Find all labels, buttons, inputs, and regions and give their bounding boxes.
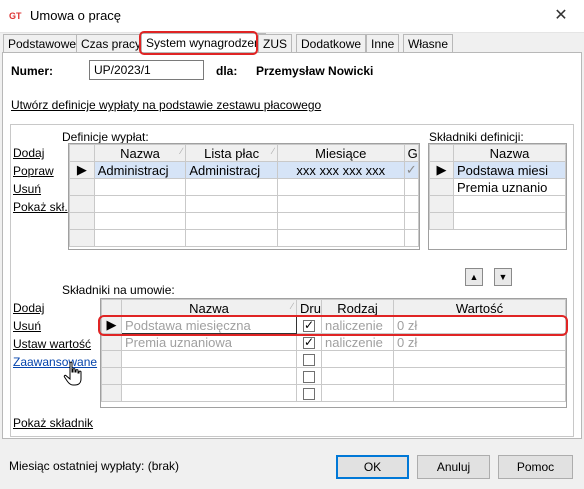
svg-text:GT: GT xyxy=(9,11,22,21)
tab-wlasne[interactable]: Własne xyxy=(403,34,454,53)
table-row[interactable]: Premia uznanio xyxy=(429,178,566,196)
cancel-button[interactable]: Anuluj xyxy=(417,455,490,479)
cell-rodzaj[interactable]: naliczenie xyxy=(321,333,394,351)
move-down-button[interactable]: ▼ xyxy=(494,268,512,286)
component-add-link[interactable]: Dodaj xyxy=(13,301,44,315)
tab-czas-pracy[interactable]: Czas pracy xyxy=(76,34,147,53)
row-pointer-icon: ▶ xyxy=(101,316,122,334)
column-header-wartosc[interactable]: Wartość xyxy=(393,299,566,317)
empty-row xyxy=(69,212,419,230)
empty-row xyxy=(101,384,566,402)
print-checkbox[interactable] xyxy=(303,354,315,367)
tab-dodatkowe[interactable]: Dodatkowe xyxy=(296,34,367,53)
set-value-link[interactable]: Ustaw wartość xyxy=(13,337,91,351)
column-header-rodzaj[interactable]: Rodzaj xyxy=(321,299,394,317)
contract-components-grid[interactable]: Nazwa ∕ Dru Rodzaj Wartość ▶ Podstawa mie… xyxy=(100,298,567,408)
definitions-title: Definicje wypłat: xyxy=(62,130,149,144)
print-checkbox[interactable] xyxy=(303,388,315,401)
column-header-nazwa[interactable]: Nazwa ∕ xyxy=(121,299,297,317)
last-payment-status: Miesiąc ostatniej wypłaty: (brak) xyxy=(9,459,180,473)
cell-nazwa[interactable]: Premia uznanio xyxy=(453,178,566,196)
definitions-grid[interactable]: Nazwa ∕ Lista płac ∕ Miesiące G ▶ Administ… xyxy=(68,143,420,250)
app-logo-icon: GT xyxy=(9,11,24,21)
number-label: Numer: xyxy=(11,64,54,78)
column-header-nazwa[interactable]: Nazwa ∕ xyxy=(93,144,187,162)
table-row[interactable]: ▶ Administracj Administracj xxx xxx xxx … xyxy=(69,161,419,179)
empty-row xyxy=(429,212,566,230)
definition-add-link[interactable]: Dodaj xyxy=(13,146,44,160)
table-row[interactable]: Premia uznaniowa naliczenie 0 zł xyxy=(101,333,566,351)
print-checkbox[interactable] xyxy=(303,318,315,333)
number-field[interactable]: UP/2023/1 xyxy=(89,60,204,80)
cell-nazwa[interactable]: Administracj xyxy=(93,161,187,179)
print-checkbox[interactable] xyxy=(303,371,315,384)
empty-row xyxy=(69,195,419,213)
contract-components-title: Składniki na umowie: xyxy=(62,283,175,297)
cell-dru[interactable] xyxy=(296,333,322,351)
empty-row xyxy=(101,367,566,385)
cell-lista[interactable]: Administracj xyxy=(185,161,278,179)
components-def-title: Składniki definicji: xyxy=(429,130,524,144)
header-corner xyxy=(101,299,122,317)
title-bar: GT Umowa o pracę ✕ xyxy=(0,0,584,32)
empty-row xyxy=(429,195,566,213)
empty-row xyxy=(69,178,419,196)
cell-nazwa[interactable]: Podstawa miesi xyxy=(453,161,566,179)
cell-nazwa[interactable]: Premia uznaniowa xyxy=(121,333,297,351)
create-from-set-link[interactable]: Utwórz definicje wypłaty na podstawie ze… xyxy=(11,98,321,112)
cell-wartosc[interactable]: 0 zł xyxy=(393,333,566,351)
definition-show-components-link[interactable]: Pokaż skł. xyxy=(13,200,68,214)
definition-edit-link[interactable]: Popraw xyxy=(13,164,54,178)
table-row[interactable]: ▶ Podstawa miesi xyxy=(429,161,566,179)
table-row[interactable]: ▶ Podstawa miesięczna naliczenie 0 zł xyxy=(101,316,566,334)
column-header-nazwa[interactable]: Nazwa xyxy=(453,144,566,162)
print-checkbox[interactable] xyxy=(303,335,315,350)
employee-name: Przemysław Nowicki xyxy=(256,64,374,78)
tab-system-wynagrodzen[interactable]: System wynagrodzeń xyxy=(141,33,266,53)
window-title: Umowa o pracę xyxy=(30,8,122,23)
move-up-button[interactable]: ▲ xyxy=(465,268,483,286)
empty-row xyxy=(101,350,566,368)
for-label: dla: xyxy=(216,64,238,78)
cell-dru[interactable] xyxy=(296,316,322,334)
column-header-lista-plac[interactable]: Lista płac ∕ xyxy=(185,144,278,162)
cell-rodzaj[interactable]: naliczenie xyxy=(321,316,394,334)
show-component-link[interactable]: Pokaż składnik xyxy=(13,416,93,430)
components-def-grid[interactable]: Nazwa ▶ Podstawa miesi Premia uznanio xyxy=(428,143,567,250)
component-delete-link[interactable]: Usuń xyxy=(13,319,41,333)
column-header-miesiace[interactable]: Miesiące xyxy=(276,144,405,162)
empty-row xyxy=(69,229,419,247)
row-pointer-icon: ▶ xyxy=(69,161,95,179)
row-pointer-icon: ▶ xyxy=(429,161,454,179)
checkmark-icon: ✓ xyxy=(403,161,419,179)
cell-nazwa[interactable]: Podstawa miesięczna xyxy=(121,316,297,334)
close-button[interactable]: ✕ xyxy=(548,6,574,26)
help-button[interactable]: Pomoc xyxy=(498,455,573,479)
column-header-g[interactable]: G xyxy=(403,144,419,162)
cell-miesiace[interactable]: xxx xxx xxx xxx xyxy=(276,161,405,179)
definition-delete-link[interactable]: Usuń xyxy=(13,182,41,196)
ok-button[interactable]: OK xyxy=(336,455,409,479)
header-corner xyxy=(429,144,454,162)
hand-cursor-icon xyxy=(63,361,82,386)
cell-wartosc[interactable]: 0 zł xyxy=(393,316,566,334)
tab-zus[interactable]: ZUS xyxy=(258,34,292,53)
column-header-dru[interactable]: Dru xyxy=(296,299,322,317)
header-corner xyxy=(69,144,95,162)
tab-inne[interactable]: Inne xyxy=(366,34,400,53)
tab-podstawowe[interactable]: Podstawowe xyxy=(3,34,82,53)
